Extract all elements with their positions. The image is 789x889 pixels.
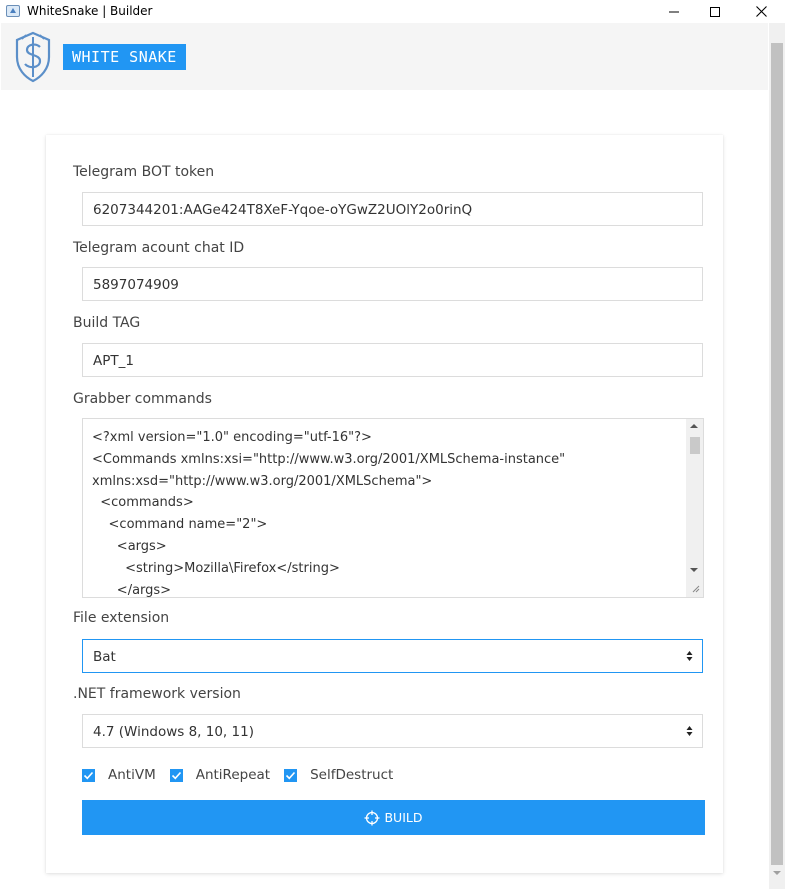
window-title: WhiteSnake | Builder: [27, 4, 153, 18]
scroll-down-icon[interactable]: [769, 868, 785, 878]
textarea-scroll-down-icon[interactable]: [689, 566, 699, 574]
file-extension-select[interactable]: Bat: [82, 639, 703, 673]
close-icon: [755, 6, 767, 17]
resize-grip-icon[interactable]: [690, 583, 700, 593]
grabber-commands-textarea[interactable]: <?xml version="1.0" encoding="utf-16"?> …: [82, 418, 704, 598]
crosshair-icon: [364, 810, 380, 825]
build-tag-label: Build TAG: [73, 315, 141, 331]
textarea-scroll-up-icon[interactable]: [689, 422, 699, 430]
framework-select[interactable]: 4.7 (Windows 8, 10, 11): [82, 714, 703, 748]
select-updown-icon: [686, 651, 693, 661]
minimize-button[interactable]: [651, 0, 697, 23]
bot-token-input[interactable]: 6207344201:AAGe424T8XeF-Yqoe-oYGwZ2UOlY2…: [82, 192, 703, 226]
window-titlebar: WhiteSnake | Builder: [0, 0, 789, 23]
app-header: WHITE SNAKE: [1, 23, 768, 90]
scrollbar-thumb[interactable]: [771, 43, 783, 865]
minimize-icon: [669, 11, 679, 12]
build-tag-input[interactable]: APT_1: [82, 343, 703, 377]
checkbox-checked-icon[interactable]: [82, 768, 95, 782]
textarea-scrollbar[interactable]: [686, 419, 703, 597]
build-button[interactable]: BUILD: [82, 800, 705, 835]
chat-id-label: Telegram acount chat ID: [73, 240, 245, 256]
options-row: AntiVM AntiRepeat SelfDestruct: [82, 765, 407, 785]
framework-value: 4.7 (Windows 8, 10, 11): [93, 724, 254, 740]
checkbox-checked-icon[interactable]: [169, 768, 183, 782]
grabber-commands-text: <?xml version="1.0" encoding="utf-16"?> …: [92, 430, 566, 598]
file-extension-label: File extension: [73, 610, 170, 626]
maximize-button[interactable]: [692, 0, 738, 23]
framework-label: .NET framework version: [73, 686, 241, 702]
close-button[interactable]: [738, 0, 784, 23]
textarea-scrollbar-thumb[interactable]: [690, 437, 700, 454]
chat-id-input[interactable]: 5897074909: [82, 267, 703, 301]
grabber-commands-label: Grabber commands: [73, 391, 212, 407]
file-extension-value: Bat: [93, 649, 116, 665]
selfdestruct-label: SelfDestruct: [310, 767, 394, 783]
antirepeat-label: AntiRepeat: [195, 767, 271, 783]
selfdestruct-checkbox[interactable]: SelfDestruct: [284, 767, 393, 783]
shield-snake-logo: [15, 31, 51, 83]
page-scrollbar[interactable]: [769, 23, 785, 889]
builder-form-card: Telegram BOT token 6207344201:AAGe424T8X…: [46, 135, 723, 873]
checkbox-checked-icon[interactable]: [284, 768, 298, 782]
antivm-label: AntiVM: [108, 767, 156, 783]
maximize-icon: [710, 6, 720, 17]
antirepeat-checkbox[interactable]: AntiRepeat: [169, 767, 271, 783]
antivm-checkbox[interactable]: AntiVM: [82, 767, 156, 783]
bot-token-label: Telegram BOT token: [73, 164, 215, 180]
app-icon: [6, 5, 20, 17]
brand-badge: WHITE SNAKE: [63, 44, 186, 70]
build-button-label: BUILD: [384, 810, 423, 825]
select-updown-icon: [686, 726, 693, 736]
